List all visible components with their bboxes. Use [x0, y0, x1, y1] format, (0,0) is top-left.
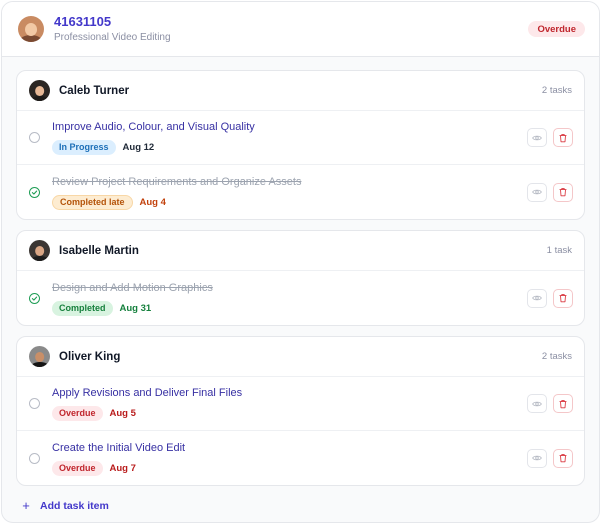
eye-icon	[532, 135, 542, 140]
add-task-label: Add task item	[40, 500, 109, 512]
status-badge: Completed	[52, 300, 113, 316]
trash-icon	[559, 454, 567, 463]
project-status-badge: Overdue	[528, 21, 585, 37]
assignee-name: Oliver King	[59, 350, 121, 363]
avatar	[29, 346, 50, 367]
task-title[interactable]: Improve Audio, Colour, and Visual Qualit…	[52, 120, 255, 134]
task-count: 2 tasks	[541, 85, 572, 96]
view-button[interactable]	[527, 128, 547, 147]
task-row: Review Project Requirements and Organize…	[17, 165, 584, 219]
circle-icon[interactable]	[29, 452, 40, 464]
task-count: 1 task	[546, 245, 572, 256]
check-circle-icon[interactable]	[29, 186, 40, 198]
trash-icon	[559, 133, 567, 142]
project-header: 41631105 Professional Video Editing Over…	[2, 2, 599, 57]
task-row: Improve Audio, Colour, and Visual Qualit…	[17, 111, 584, 165]
view-button[interactable]	[527, 182, 547, 202]
assignee-name: Isabelle Martin	[59, 244, 139, 257]
trash-icon	[559, 399, 567, 408]
status-badge: In Progress	[52, 140, 116, 155]
eye-icon	[532, 189, 542, 195]
status-badge: Overdue	[52, 406, 103, 421]
assignee-header: Isabelle Martin 1 task	[17, 231, 584, 271]
eye-icon	[532, 455, 542, 461]
delete-button[interactable]	[553, 448, 573, 468]
plus-icon: +	[22, 498, 30, 513]
add-task-button[interactable]: + Add task item	[16, 496, 585, 516]
due-date: Aug 12	[122, 142, 155, 153]
due-date: Aug 31	[119, 302, 152, 314]
task-title[interactable]: Apply Revisions and Deliver Final Files	[52, 386, 242, 400]
trash-icon	[559, 188, 567, 197]
circle-icon[interactable]	[29, 398, 40, 409]
assignee-header: Caleb Turner 2 tasks	[17, 71, 584, 111]
view-button[interactable]	[527, 448, 547, 468]
task-title[interactable]: Design and Add Motion Graphics	[52, 281, 213, 295]
project-id[interactable]: 41631105	[54, 14, 171, 30]
avatar	[29, 80, 50, 101]
avatar	[29, 240, 50, 261]
delete-button[interactable]	[553, 128, 573, 147]
circle-icon[interactable]	[29, 132, 40, 143]
delete-button[interactable]	[553, 288, 573, 308]
eye-icon	[532, 401, 542, 406]
task-row: Create the Initial Video Edit Overdue Au…	[17, 431, 584, 485]
check-circle-icon[interactable]	[29, 292, 40, 304]
due-date: Aug 5	[109, 408, 136, 419]
status-badge: Completed late	[52, 194, 133, 210]
due-date: Aug 4	[139, 196, 166, 208]
task-title[interactable]: Review Project Requirements and Organize…	[52, 175, 301, 189]
task-row: Apply Revisions and Deliver Final Files …	[17, 377, 584, 431]
delete-button[interactable]	[553, 182, 573, 202]
status-badge: Overdue	[52, 460, 103, 476]
assignee-group: Oliver King 2 tasks Apply Revisions and …	[16, 336, 585, 486]
task-title[interactable]: Create the Initial Video Edit	[52, 441, 185, 455]
due-date: Aug 7	[109, 462, 136, 474]
project-subtitle: Professional Video Editing	[54, 32, 171, 43]
trash-icon	[559, 294, 567, 303]
view-button[interactable]	[527, 288, 547, 308]
assignee-header: Oliver King 2 tasks	[17, 337, 584, 377]
task-row: Design and Add Motion Graphics Completed…	[17, 271, 584, 325]
assignee-group: Isabelle Martin 1 task Design and Add Mo…	[16, 230, 585, 326]
project-avatar	[18, 16, 44, 42]
task-count: 2 tasks	[541, 351, 572, 362]
eye-icon	[532, 295, 542, 301]
delete-button[interactable]	[553, 394, 573, 413]
assignee-group: Caleb Turner 2 tasks Improve Audio, Colo…	[16, 70, 585, 220]
assignee-name: Caleb Turner	[59, 84, 130, 97]
view-button[interactable]	[527, 394, 547, 413]
project-card: 41631105 Professional Video Editing Over…	[1, 1, 600, 523]
